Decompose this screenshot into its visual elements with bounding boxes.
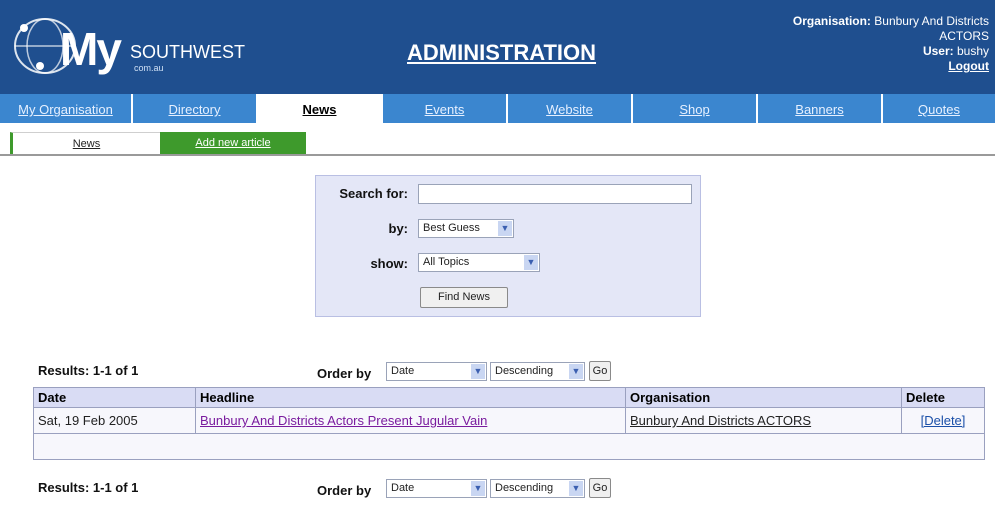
column-header-delete: Delete: [901, 387, 985, 408]
tab-my-organisation[interactable]: My Organisation: [0, 94, 133, 123]
order-field-select-top[interactable]: Date ▼: [386, 362, 487, 381]
order-dir-value-top: Descending: [495, 365, 554, 377]
by-label: by:: [388, 221, 409, 236]
logo-domain-text: com.au: [134, 63, 164, 73]
order-dir-value-bottom: Descending: [495, 482, 554, 494]
by-select[interactable]: Best Guess ▼: [418, 219, 514, 238]
find-news-button[interactable]: Find News: [420, 287, 508, 308]
chevron-down-icon: ▼: [498, 221, 512, 236]
order-dir-select-top[interactable]: Descending ▼: [490, 362, 585, 381]
user-name: bushy: [956, 44, 989, 58]
chevron-down-icon: ▼: [569, 364, 583, 379]
search-input[interactable]: [418, 184, 692, 204]
tab-news[interactable]: News: [258, 94, 383, 123]
show-select-value: All Topics: [423, 256, 470, 268]
order-field-value-bottom: Date: [391, 482, 415, 494]
show-label: show:: [370, 256, 408, 271]
tab-shop[interactable]: Shop: [633, 94, 758, 123]
column-header-organisation: Organisation: [625, 387, 902, 408]
table-header-row: Date Headline Organisation Delete: [33, 387, 985, 408]
order-by-label-bottom: Order by: [317, 483, 372, 498]
row-delete-cell: [Delete]: [901, 407, 985, 434]
chevron-down-icon: ▼: [471, 481, 485, 496]
page-title[interactable]: ADMINISTRATION: [407, 40, 596, 66]
org-name-line2: ACTORS: [939, 29, 989, 43]
search-for-label: Search for:: [339, 186, 408, 201]
logout-link[interactable]: Logout: [793, 59, 989, 74]
chevron-down-icon: ▼: [569, 481, 583, 496]
tab-quotes[interactable]: Quotes: [883, 94, 995, 123]
subtab-news[interactable]: News: [10, 132, 160, 154]
headline-link[interactable]: Bunbury And Districts Actors Present Jug…: [200, 413, 487, 428]
order-field-value-top: Date: [391, 365, 415, 377]
row-date: Sat, 19 Feb 2005: [33, 407, 196, 434]
org-info: Organisation: Bunbury And Districts ACTO…: [793, 14, 989, 74]
order-field-select-bottom[interactable]: Date ▼: [386, 479, 487, 498]
row-headline-cell: Bunbury And Districts Actors Present Jug…: [195, 407, 626, 434]
show-select[interactable]: All Topics ▼: [418, 253, 540, 272]
header-bar: My SOUTHWEST com.au ADMINISTRATION Organ…: [0, 0, 995, 94]
user-label: User:: [922, 44, 954, 58]
table-row: Sat, 19 Feb 2005 Bunbury And Districts A…: [33, 407, 985, 434]
go-button-top[interactable]: Go: [589, 361, 611, 381]
logo-my-text: My: [60, 23, 122, 75]
organisation-link[interactable]: Bunbury And Districts ACTORS: [630, 413, 811, 428]
tab-website[interactable]: Website: [508, 94, 633, 123]
order-dir-select-bottom[interactable]: Descending ▼: [490, 479, 585, 498]
table-footer-row: [33, 433, 985, 460]
org-name-line1: Bunbury And Districts: [874, 14, 989, 28]
chevron-down-icon: ▼: [524, 255, 538, 270]
tab-directory[interactable]: Directory: [133, 94, 258, 123]
go-button-bottom[interactable]: Go: [589, 478, 611, 498]
results-table: Date Headline Organisation Delete Sat, 1…: [33, 387, 985, 460]
results-count-bottom: Results: 1-1 of 1: [38, 480, 139, 495]
order-by-label-top: Order by: [317, 366, 372, 381]
column-header-date: Date: [33, 387, 196, 408]
column-header-headline: Headline: [195, 387, 626, 408]
table-footer-cell: [33, 433, 985, 460]
tab-banners[interactable]: Banners: [758, 94, 883, 123]
by-select-value: Best Guess: [423, 222, 480, 234]
delete-link[interactable]: [Delete]: [921, 413, 966, 428]
tab-events[interactable]: Events: [383, 94, 508, 123]
row-organisation-cell: Bunbury And Districts ACTORS: [625, 407, 902, 434]
chevron-down-icon: ▼: [471, 364, 485, 379]
results-count-top: Results: 1-1 of 1: [38, 363, 139, 378]
subtab-add-new-article[interactable]: Add new article: [160, 132, 306, 154]
org-label: Organisation:: [792, 14, 871, 28]
logo-southwest-text: SOUTHWEST: [130, 42, 245, 62]
